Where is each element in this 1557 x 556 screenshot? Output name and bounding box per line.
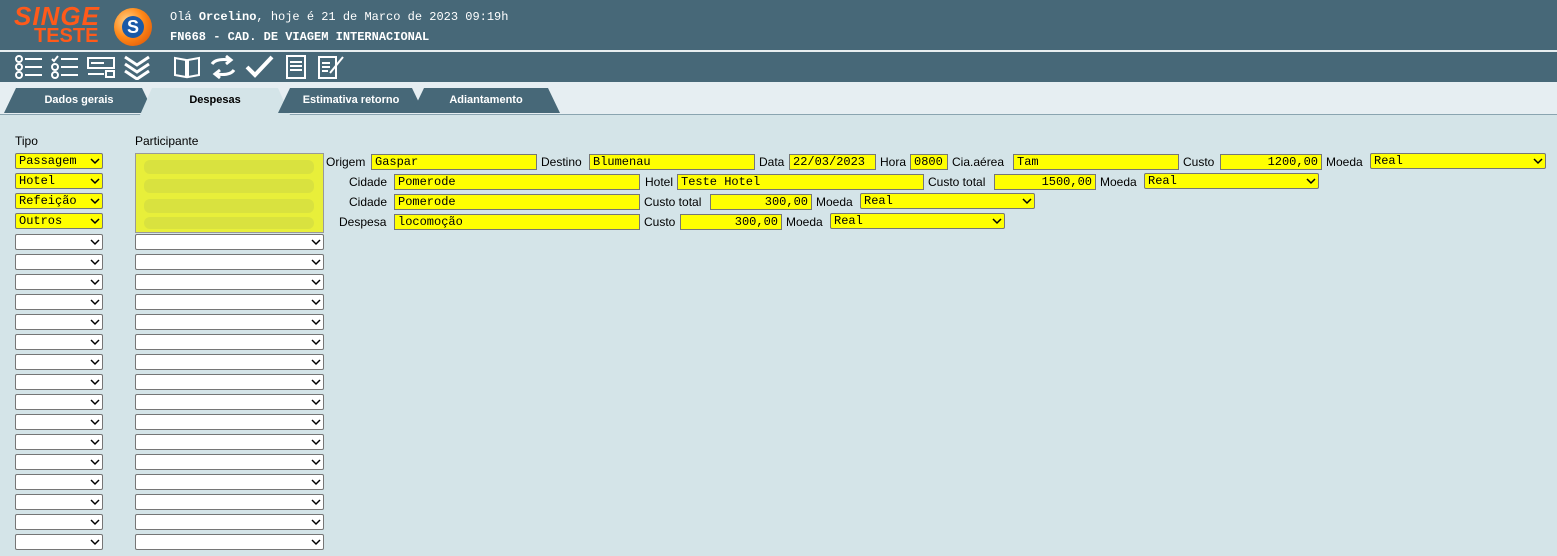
list-icon[interactable]	[14, 54, 44, 80]
participante-list-redacted[interactable]	[135, 153, 324, 233]
moeda-label: Moeda	[786, 215, 823, 229]
tipo-select[interactable]: Outros	[15, 213, 103, 229]
participante-select-empty[interactable]	[135, 494, 324, 510]
tipo-select-empty[interactable]	[15, 294, 103, 310]
moeda-label: Moeda	[816, 195, 853, 209]
destino-label: Destino	[541, 155, 582, 169]
origem-input[interactable]: Gaspar	[371, 154, 537, 170]
greeting: Olá Orcelino, hoje é 21 de Marco de 2023…	[170, 10, 508, 24]
user-name: Orcelino	[198, 10, 257, 24]
data-label: Data	[759, 155, 785, 169]
cidade-label: Cidade	[349, 195, 388, 209]
tipo-label: Tipo	[15, 134, 38, 148]
participante-select-empty[interactable]	[135, 534, 324, 550]
participante-select-empty[interactable]	[135, 514, 324, 530]
tipo-select-empty[interactable]	[15, 414, 103, 430]
moeda-label: Moeda	[1100, 175, 1137, 189]
tab-adiantamento[interactable]: Adiantamento	[412, 88, 560, 113]
tab-dados-gerais[interactable]: Dados gerais	[4, 88, 154, 113]
toolbar	[0, 52, 1557, 82]
origem-label: Origem	[326, 155, 366, 169]
participante-select-empty[interactable]	[135, 434, 324, 450]
tipo-select[interactable]: Hotel	[15, 173, 103, 189]
tab-estimativa-retorno[interactable]: Estimativa retorno	[278, 88, 424, 113]
check-icon[interactable]	[244, 54, 274, 80]
tipo-select-empty[interactable]	[15, 234, 103, 250]
form-icon[interactable]	[86, 54, 116, 80]
despesa-label: Despesa	[339, 215, 387, 229]
participante-select-empty[interactable]	[135, 294, 324, 310]
participante-select-empty[interactable]	[135, 314, 324, 330]
participante-select-empty[interactable]	[135, 334, 324, 350]
screen-title: FN668 - CAD. DE VIAGEM INTERNACIONAL	[170, 30, 430, 44]
greeting-date: , hoje é 21 de Marco de 2023 09:19h	[256, 10, 509, 24]
tab-despesas[interactable]: Despesas	[140, 88, 290, 115]
participante-select-empty[interactable]	[135, 354, 324, 370]
custo-label: Custo	[1183, 155, 1215, 169]
cia-aerea-input[interactable]: Tam	[1013, 154, 1179, 170]
double-chevron-down-icon[interactable]	[122, 54, 152, 81]
moeda-select[interactable]: Real	[1144, 173, 1319, 189]
custo-total-input[interactable]: 1500,00	[994, 174, 1096, 190]
cidade-input[interactable]: Pomerode	[394, 194, 640, 210]
tipo-select-empty[interactable]	[15, 474, 103, 490]
custo-total-label: Custo total	[644, 195, 702, 209]
logo-icon: S	[114, 8, 152, 46]
participante-select-empty[interactable]	[135, 374, 324, 390]
tipo-select-empty[interactable]	[15, 534, 103, 550]
moeda-select[interactable]: Real	[860, 193, 1035, 209]
document-icon[interactable]	[282, 54, 312, 80]
participante-select-empty[interactable]	[135, 274, 324, 290]
tipo-select-empty[interactable]	[15, 434, 103, 450]
greeting-prefix: Olá	[170, 10, 192, 24]
tab-bar: Dados gerais Despesas Estimativa retorno…	[0, 82, 1557, 115]
cidade-input[interactable]: Pomerode	[394, 174, 640, 190]
custo-total-input[interactable]: 300,00	[710, 194, 812, 210]
tipo-select-empty[interactable]	[15, 334, 103, 350]
tipo-select-empty[interactable]	[15, 354, 103, 370]
logo-mark: S	[122, 16, 144, 38]
tipo-select[interactable]: Passagem	[15, 153, 103, 169]
moeda-label: Moeda	[1326, 155, 1363, 169]
app-header: SINGE TESTE S Olá Orcelino, hoje é 21 de…	[0, 0, 1557, 52]
hora-input[interactable]: 0800	[910, 154, 948, 170]
custo-total-label: Custo total	[928, 175, 986, 189]
moeda-select[interactable]: Real	[830, 213, 1005, 229]
edit-document-icon[interactable]	[316, 54, 346, 80]
checklist-icon[interactable]	[50, 54, 80, 80]
custo-input[interactable]: 300,00	[680, 214, 782, 230]
tipo-select-empty[interactable]	[15, 514, 103, 530]
book-icon[interactable]	[172, 54, 202, 80]
destino-input[interactable]: Blumenau	[589, 154, 755, 170]
tipo-select-empty[interactable]	[15, 314, 103, 330]
tipo-select[interactable]: Refeição	[15, 193, 103, 209]
participante-select-empty[interactable]	[135, 414, 324, 430]
participante-select-empty[interactable]	[135, 474, 324, 490]
cia-aerea-label: Cia.aérea	[952, 155, 1005, 169]
participante-select-empty[interactable]	[135, 254, 324, 270]
custo-input[interactable]: 1200,00	[1220, 154, 1322, 170]
hotel-label: Hotel	[645, 175, 674, 189]
logo-env-label: TESTE	[34, 25, 99, 47]
refresh-icon[interactable]	[208, 54, 238, 80]
cidade-label: Cidade	[349, 175, 388, 189]
hora-label: Hora	[880, 155, 907, 169]
tipo-select-empty[interactable]	[15, 254, 103, 270]
tipo-select-empty[interactable]	[15, 394, 103, 410]
participante-label: Participante	[135, 134, 199, 148]
despesa-input[interactable]: locomoção	[394, 214, 640, 230]
participante-select-empty[interactable]	[135, 234, 324, 250]
custo-label: Custo	[644, 215, 676, 229]
tipo-select-empty[interactable]	[15, 274, 103, 290]
tipo-select-empty[interactable]	[15, 374, 103, 390]
tipo-select-empty[interactable]	[15, 494, 103, 510]
moeda-select[interactable]: Real	[1370, 153, 1546, 169]
data-input[interactable]: 22/03/2023	[789, 154, 876, 170]
tipo-select-empty[interactable]	[15, 454, 103, 470]
participante-select-empty[interactable]	[135, 394, 324, 410]
hotel-input[interactable]: Teste Hotel	[677, 174, 924, 190]
participante-select-empty[interactable]	[135, 454, 324, 470]
